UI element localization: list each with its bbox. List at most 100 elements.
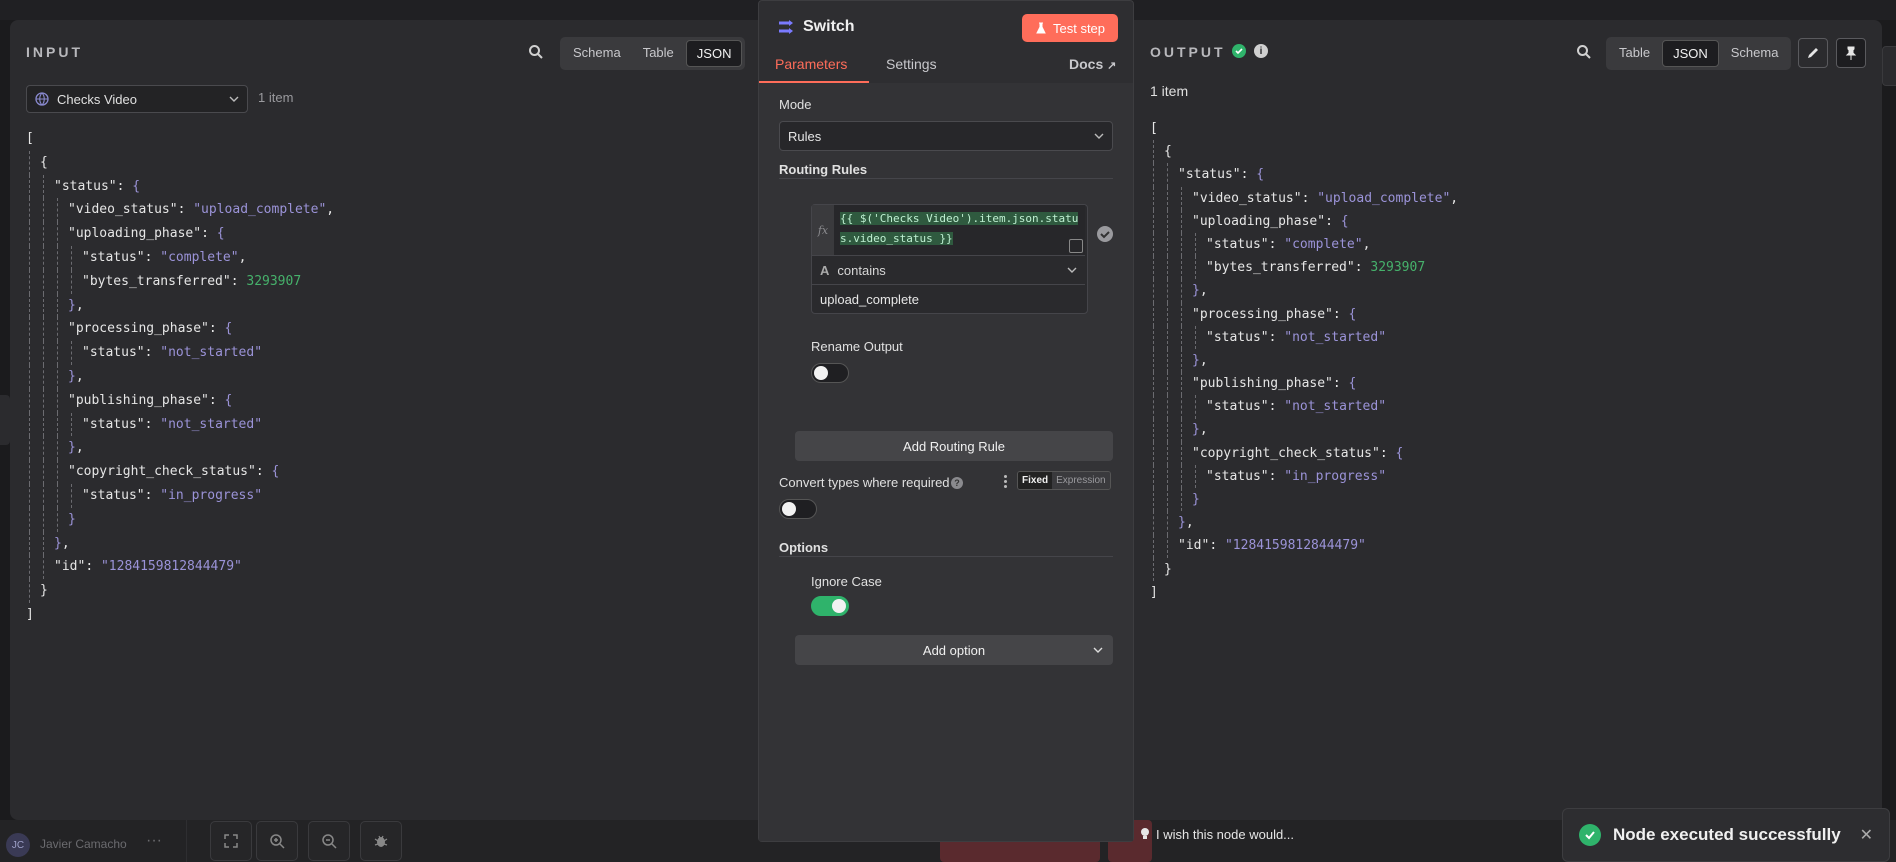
json-token: } xyxy=(54,535,62,551)
pin-data-button[interactable] xyxy=(1836,38,1866,68)
json-token[interactable]: "copyright_check_status" xyxy=(68,464,256,479)
view-schema-button[interactable]: Schema xyxy=(1721,40,1789,67)
indent-guide xyxy=(43,174,44,199)
json-token[interactable]: "video_status" xyxy=(1192,191,1302,206)
json-token: } xyxy=(68,440,76,456)
mode-label: Mode xyxy=(779,97,812,112)
test-step-button[interactable]: Test step xyxy=(1022,14,1118,42)
json-line: }, xyxy=(1150,279,1458,302)
expand-icon[interactable] xyxy=(1069,239,1083,253)
json-token: : xyxy=(85,559,101,575)
json-token[interactable]: "publishing_phase" xyxy=(68,393,209,408)
view-table-button[interactable]: Table xyxy=(1609,40,1660,67)
user-menu-icon[interactable]: ··· xyxy=(146,832,162,850)
json-token: , xyxy=(1199,283,1208,299)
edit-output-button[interactable] xyxy=(1798,38,1828,68)
feedback-text: I wish this node would... xyxy=(1156,826,1295,842)
json-token[interactable]: "uploading_phase" xyxy=(1192,214,1325,229)
indent-guide xyxy=(1167,372,1168,396)
json-token[interactable]: "uploading_phase" xyxy=(68,226,201,241)
json-token[interactable]: "status" xyxy=(1178,167,1241,182)
indent-guide xyxy=(1181,418,1182,442)
json-token[interactable]: "bytes_transferred" xyxy=(1206,260,1355,275)
convert-types-toggle[interactable] xyxy=(779,499,817,519)
indent-guide xyxy=(1181,372,1182,396)
view-schema-button[interactable]: Schema xyxy=(563,40,631,67)
avatar[interactable]: JC xyxy=(6,833,30,857)
indent-guide xyxy=(1153,279,1154,303)
json-token: { xyxy=(271,464,280,480)
json-token: : xyxy=(201,226,217,242)
indent-guide xyxy=(43,460,44,484)
json-token[interactable]: "status" xyxy=(1206,399,1269,414)
expression-option[interactable]: Expression xyxy=(1052,472,1110,489)
json-token[interactable]: "publishing_phase" xyxy=(1192,376,1333,391)
input-node-select[interactable]: Checks Video xyxy=(26,85,248,113)
tab-settings[interactable]: Settings xyxy=(886,56,937,72)
json-token[interactable]: "status" xyxy=(1206,469,1269,484)
json-token[interactable]: "copyright_check_status" xyxy=(1192,446,1380,461)
right-drawer-handle[interactable] xyxy=(1882,46,1896,86)
add-routing-rule-button[interactable]: Add Routing Rule xyxy=(795,431,1113,461)
json-token: "not_started" xyxy=(1284,399,1387,415)
rule-expression-input[interactable]: {{ $('Checks Video').item.json.status.vi… xyxy=(834,205,1085,255)
json-token[interactable]: "id" xyxy=(54,559,85,574)
add-option-button[interactable]: Add option xyxy=(795,635,1113,665)
feedback-link[interactable]: I wish this node would... xyxy=(1140,823,1294,845)
json-line: }, xyxy=(1150,418,1458,441)
docs-link[interactable]: Docs ↗ xyxy=(1069,56,1116,72)
json-token: { xyxy=(132,178,141,194)
view-json-button[interactable]: JSON xyxy=(1662,40,1719,67)
ignore-case-toggle[interactable] xyxy=(811,596,849,616)
json-token[interactable]: "bytes_transferred" xyxy=(82,274,231,289)
indent-guide xyxy=(57,484,58,508)
view-json-button[interactable]: JSON xyxy=(685,40,743,67)
indent-guide xyxy=(43,412,44,437)
json-token[interactable]: "status" xyxy=(82,345,145,360)
zoom-out-button[interactable] xyxy=(308,821,350,861)
kebab-icon[interactable] xyxy=(1004,475,1008,490)
debug-button[interactable] xyxy=(360,821,402,861)
left-drawer-handle[interactable] xyxy=(0,395,10,445)
fixed-option[interactable]: Fixed xyxy=(1018,472,1053,489)
divider xyxy=(186,820,187,862)
json-line: } xyxy=(1150,558,1458,581)
mode-select[interactable]: Rules xyxy=(779,121,1113,151)
search-icon[interactable] xyxy=(1576,44,1592,60)
help-icon[interactable]: ? xyxy=(951,477,963,489)
json-token[interactable]: "status" xyxy=(54,179,117,194)
indent-guide xyxy=(71,484,72,508)
tab-parameters[interactable]: Parameters xyxy=(775,56,847,72)
view-table-button[interactable]: Table xyxy=(633,40,684,67)
json-token[interactable]: "status" xyxy=(1206,330,1269,345)
json-token: : xyxy=(116,178,133,194)
info-icon[interactable]: i xyxy=(1254,44,1268,58)
json-token[interactable]: "processing_phase" xyxy=(68,321,209,336)
indent-guide xyxy=(1167,465,1168,489)
fit-view-button[interactable] xyxy=(210,821,252,861)
rename-output-toggle[interactable] xyxy=(811,363,849,383)
rule-operator-select[interactable]: A contains xyxy=(812,255,1085,285)
json-token[interactable]: "processing_phase" xyxy=(1192,307,1333,322)
json-token: : xyxy=(230,273,247,289)
json-token[interactable]: "status" xyxy=(82,250,145,265)
indent-guide xyxy=(29,579,30,603)
indent-guide xyxy=(1167,441,1168,465)
indent-guide xyxy=(1153,441,1154,465)
indent-guide xyxy=(43,436,44,461)
indent-guide xyxy=(29,365,30,389)
json-token[interactable]: "status" xyxy=(82,417,145,432)
chevron-down-icon xyxy=(1093,647,1103,653)
json-token[interactable]: "status" xyxy=(1206,237,1269,252)
json-token[interactable]: "status" xyxy=(82,488,145,503)
json-token[interactable]: "id" xyxy=(1178,538,1209,553)
json-token: "upload_complete" xyxy=(1317,190,1451,206)
json-token[interactable]: "video_status" xyxy=(68,202,178,217)
close-icon[interactable]: ✕ xyxy=(1860,825,1873,845)
json-line: "uploading_phase": { xyxy=(26,222,334,246)
indent-guide xyxy=(57,507,58,532)
zoom-in-button[interactable] xyxy=(256,821,298,861)
rule-value-input[interactable]: upload_complete xyxy=(812,285,1085,313)
search-icon[interactable] xyxy=(528,44,544,60)
indent-guide xyxy=(1153,302,1154,326)
